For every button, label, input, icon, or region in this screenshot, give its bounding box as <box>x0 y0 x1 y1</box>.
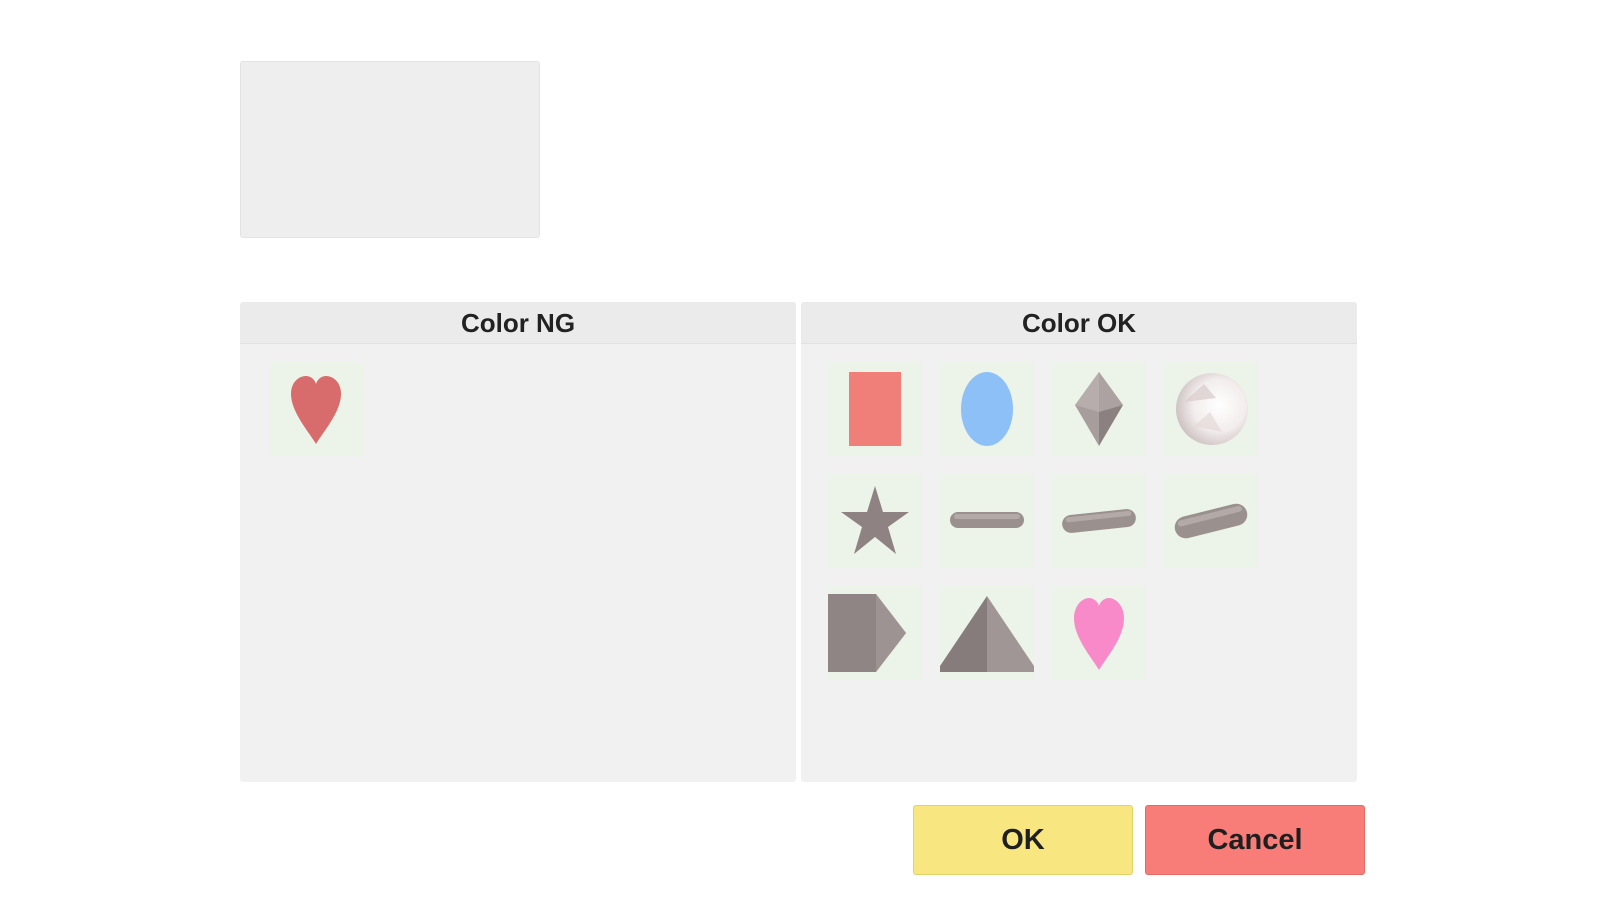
ok-item-oval[interactable] <box>940 362 1034 456</box>
stick-icon <box>1062 509 1136 533</box>
color-ok-header: Color OK <box>801 302 1357 344</box>
ok-item-pink-heart[interactable] <box>1052 586 1146 680</box>
ok-item-pyramid[interactable] <box>940 586 1034 680</box>
rectangle-icon <box>849 372 901 446</box>
oval-icon <box>961 372 1013 446</box>
heart-icon <box>1074 598 1124 670</box>
color-ok-panel: Color OK <box>801 302 1357 782</box>
ok-item-star[interactable] <box>828 474 922 568</box>
pentagon-icon <box>828 594 906 672</box>
ng-item-heart[interactable] <box>269 362 363 456</box>
diamond-icon <box>1075 372 1123 446</box>
star-icon <box>841 486 909 554</box>
color-ng-panel: Color NG <box>240 302 796 782</box>
ok-item-diamond[interactable] <box>1052 362 1146 456</box>
ok-item-stick-3[interactable] <box>1164 474 1258 568</box>
color-ng-header: Color NG <box>240 302 796 344</box>
preview-area <box>240 61 540 238</box>
ok-item-rectangle[interactable] <box>828 362 922 456</box>
ok-button[interactable]: OK <box>913 805 1133 875</box>
sphere-icon <box>1176 373 1248 445</box>
pyramid-icon <box>940 596 1034 672</box>
cancel-button[interactable]: Cancel <box>1145 805 1365 875</box>
ok-item-stick-1[interactable] <box>940 474 1034 568</box>
ok-item-sphere[interactable] <box>1164 362 1258 456</box>
stick-icon <box>950 512 1024 528</box>
stick-icon <box>1174 503 1248 539</box>
ok-item-pentagon[interactable] <box>828 586 922 680</box>
heart-icon <box>291 376 341 444</box>
ok-item-stick-2[interactable] <box>1052 474 1146 568</box>
shape-color-dialog: Color NG Color OK OK Cancel <box>0 0 1600 900</box>
